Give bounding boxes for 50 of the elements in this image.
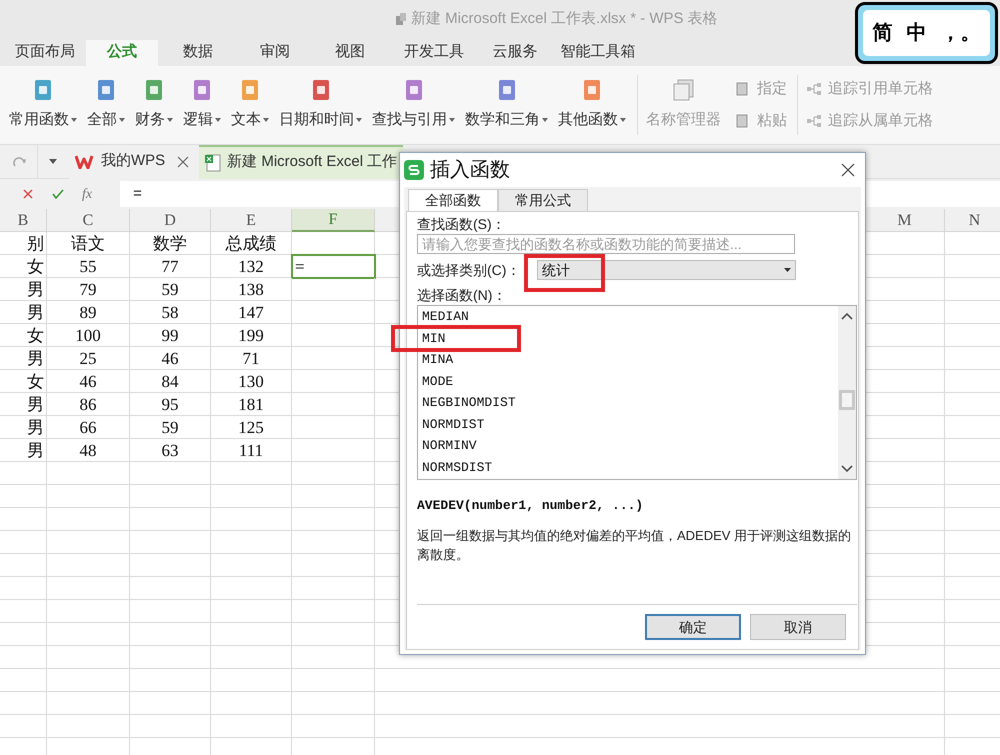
cell-text: 63 bbox=[162, 440, 178, 462]
cell-text: 女 bbox=[27, 324, 44, 347]
cell-text: 130 bbox=[238, 370, 264, 393]
function-signature: AVEDEV(number1, number2, ...) bbox=[417, 497, 644, 515]
field-label: 查找函数(S)： bbox=[417, 215, 507, 234]
cell-text: 79 bbox=[80, 278, 96, 301]
cell-text: 48 bbox=[80, 440, 96, 462]
cell-text: 总成绩 bbox=[226, 232, 276, 255]
cell-text: 46 bbox=[80, 370, 96, 393]
field-label: 或选择类别(C)： bbox=[417, 260, 522, 280]
cell-text: 别 bbox=[27, 232, 44, 255]
cell-text: 男 bbox=[27, 348, 44, 370]
cell-text: 男 bbox=[27, 394, 44, 416]
ime-mode-text: ，。 bbox=[940, 21, 980, 46]
function-description: 返回一组数据与其均值的绝对偏差的平均值，ADEDEV 用于评测这组数据的离散度。 bbox=[417, 526, 852, 564]
cell-text: 46 bbox=[162, 348, 178, 370]
dialog-title: 插入函数 bbox=[430, 158, 510, 183]
cell-text: 男 bbox=[27, 440, 44, 462]
cell-text: 25 bbox=[80, 348, 96, 370]
cell-text: 89 bbox=[80, 302, 96, 324]
cell-text: 147 bbox=[238, 302, 264, 324]
cell-text: 数学 bbox=[153, 232, 187, 255]
cell-text: 58 bbox=[162, 302, 178, 324]
cell-text: 女 bbox=[27, 370, 44, 393]
cell-text: 66 bbox=[80, 416, 96, 439]
cell-text: 语文 bbox=[71, 232, 105, 255]
cell-text: 99 bbox=[162, 324, 178, 347]
cell-text: 59 bbox=[162, 416, 178, 439]
cell-text: 55 bbox=[80, 256, 96, 278]
cell-text: 71 bbox=[242, 348, 260, 370]
cell-text: 77 bbox=[162, 256, 178, 278]
field-label: 选择函数(N)： bbox=[417, 286, 508, 305]
cell-text: 59 bbox=[162, 278, 178, 301]
cell-text: 86 bbox=[80, 394, 96, 416]
cell-text: 125 bbox=[238, 416, 264, 439]
cell-text: 95 bbox=[162, 394, 178, 416]
cell-text: 100 bbox=[75, 324, 101, 347]
ime-mode-text: 简 bbox=[872, 21, 892, 46]
cell-text: 199 bbox=[238, 324, 264, 347]
cell-text: 111 bbox=[238, 440, 264, 462]
cell-text: 男 bbox=[27, 416, 44, 439]
cell-text: 女 bbox=[27, 256, 44, 278]
window-title: 新建 Microsoft Excel 工作表.xlsx * - WPS 表格 bbox=[411, 9, 718, 29]
cell-text: 84 bbox=[162, 370, 178, 393]
cell-text: 男 bbox=[27, 302, 44, 324]
cell-text: 138 bbox=[238, 278, 264, 301]
cell-text: 男 bbox=[27, 278, 44, 301]
ime-mode-text: 中 bbox=[906, 21, 926, 46]
cell-text: 132 bbox=[238, 256, 264, 278]
cell-text: 181 bbox=[238, 394, 264, 416]
